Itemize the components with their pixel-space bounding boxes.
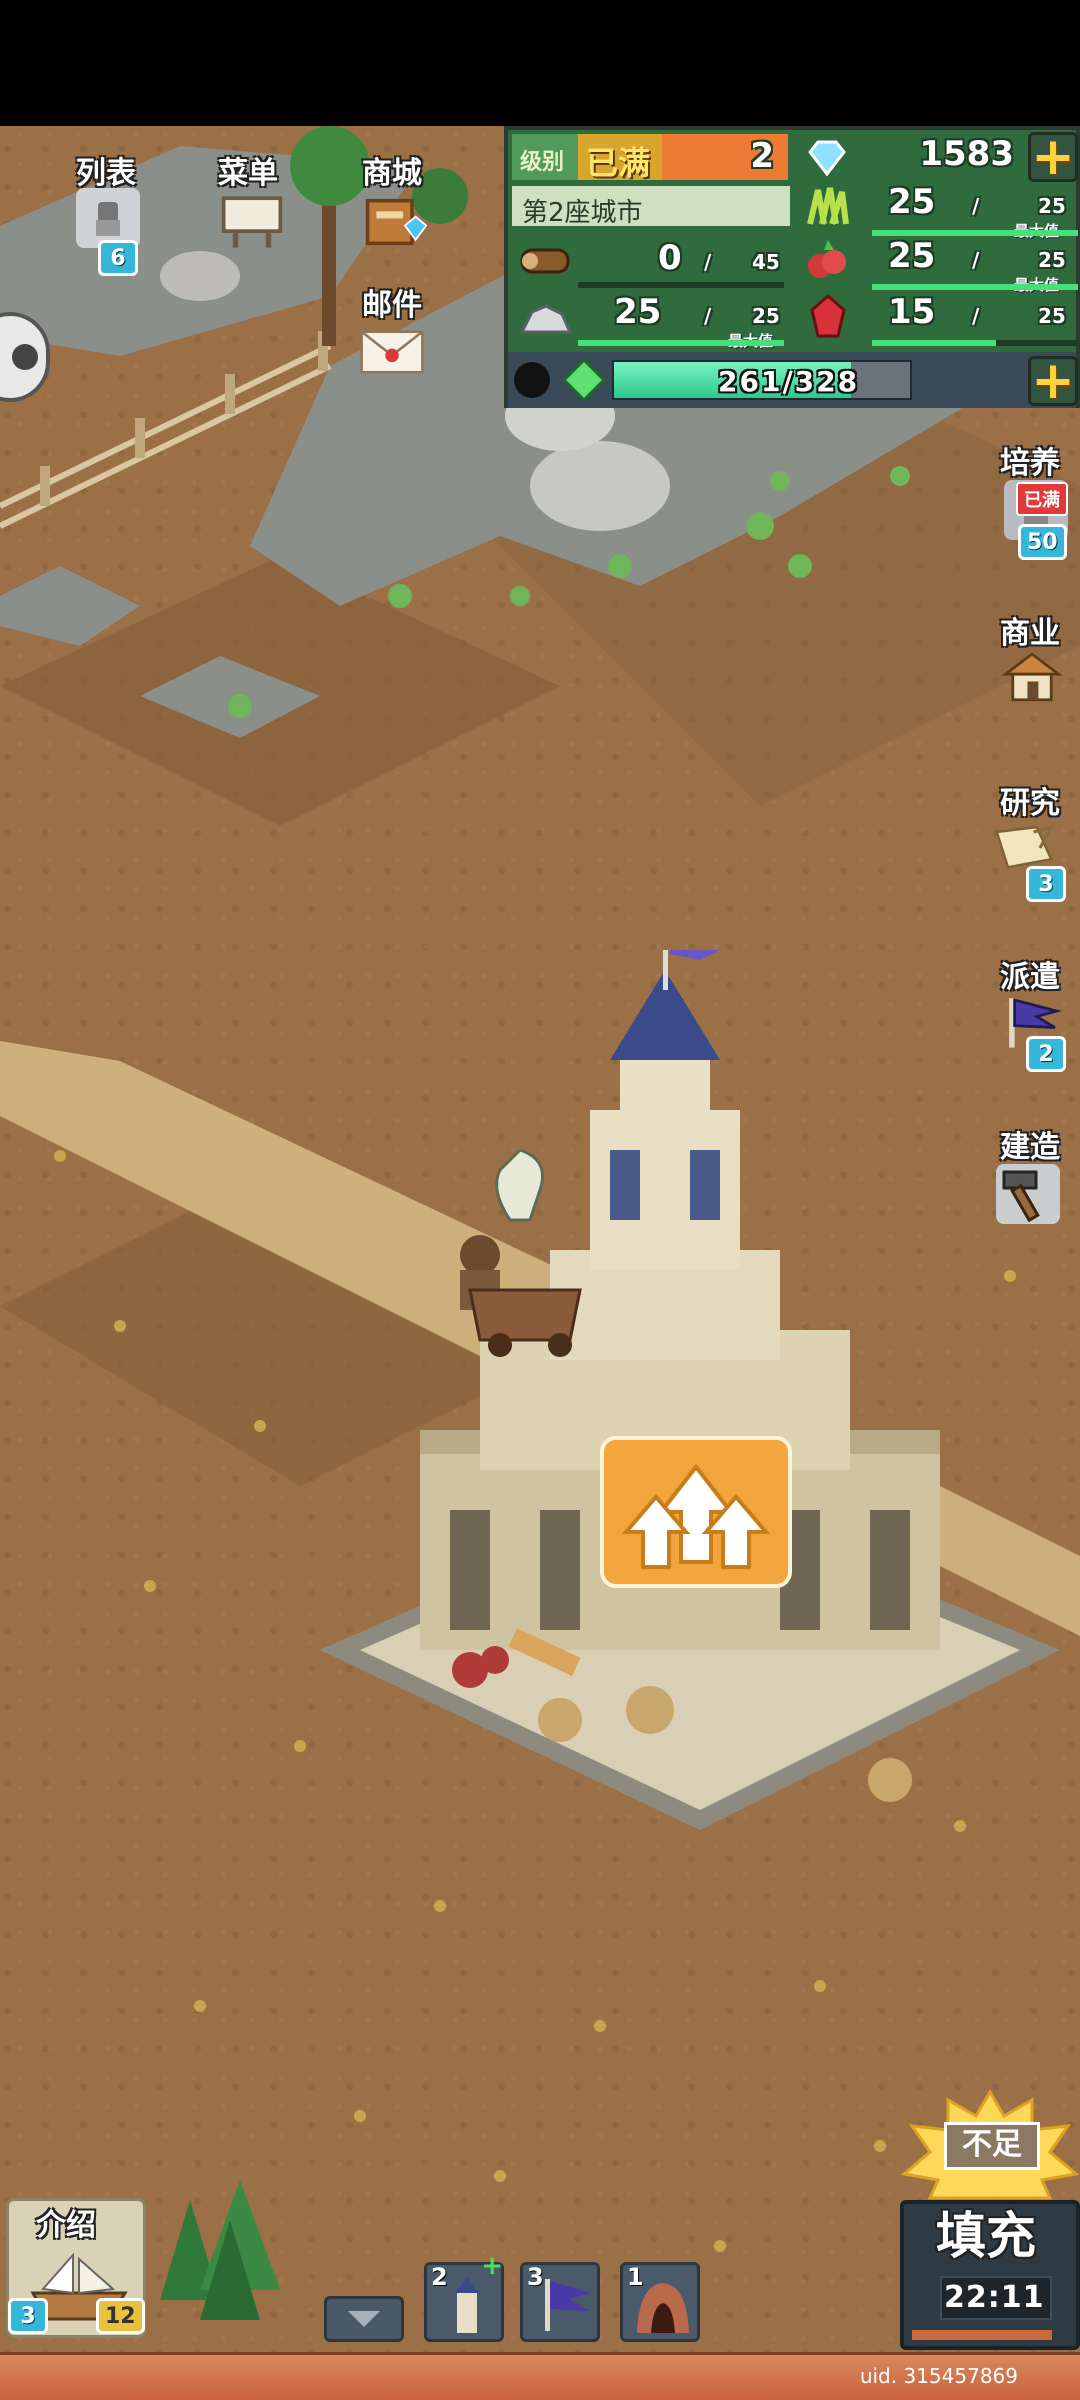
food-slash: / xyxy=(972,248,980,272)
crystal-max: 25 xyxy=(1038,304,1066,328)
add-energy-button[interactable]: + xyxy=(1028,351,1078,411)
town-hall-building[interactable] xyxy=(320,950,1080,1850)
ore-max: 25 xyxy=(752,304,780,328)
menu-button[interactable] xyxy=(220,192,284,252)
timer-text: 22:11 xyxy=(944,2280,1045,2315)
slot3-count: 1 xyxy=(627,2263,644,2291)
collapse-button[interactable] xyxy=(324,2296,404,2342)
town-hall-slot[interactable]: 2 + xyxy=(424,2251,504,2342)
mail-label: 邮件 xyxy=(362,288,422,323)
city-name: 第2座城市 xyxy=(522,198,643,228)
slot2-count: 3 xyxy=(527,2263,544,2291)
business-button[interactable] xyxy=(1000,646,1064,706)
chat-icon xyxy=(12,344,38,370)
intro-badge-left: 3 xyxy=(8,2298,48,2334)
grass-value: 25 xyxy=(888,182,936,222)
green-gem-icon xyxy=(562,358,606,402)
wood-bar xyxy=(578,282,784,288)
list-badge: 6 xyxy=(98,240,138,276)
level-status: 已满 xyxy=(586,144,651,182)
intro-badge-right: 12 xyxy=(96,2298,145,2334)
ore-value: 25 xyxy=(614,292,662,332)
refill-label: 填充 xyxy=(936,2207,1036,2265)
city-name-cell[interactable]: 第2座城市 xyxy=(512,186,790,228)
energy-bar: 261/328 xyxy=(612,360,912,400)
train-label: 培养 xyxy=(1000,446,1060,481)
level-label: 级别 xyxy=(520,150,565,175)
worker-with-cart[interactable] xyxy=(440,1150,600,1360)
upgrade-bubble[interactable] xyxy=(600,1436,792,1588)
food-max: 25 xyxy=(1038,248,1066,272)
plus-marker: + xyxy=(481,2251,503,2281)
flag-icon xyxy=(545,2279,591,2331)
moon-icon xyxy=(514,362,550,398)
ore-bar xyxy=(578,340,784,346)
plus-icon: + xyxy=(1031,127,1075,187)
level-value: 2 xyxy=(750,136,774,176)
shop-button[interactable] xyxy=(364,192,428,252)
dispatch-badge: 2 xyxy=(1026,1036,1066,1072)
food-bar xyxy=(872,284,1078,290)
pine-trees xyxy=(160,2180,280,2320)
plus-icon: + xyxy=(1031,351,1075,411)
gems-count: 1583 xyxy=(919,134,1014,174)
wood-max: 45 xyxy=(752,250,780,274)
energy-row: 261/328 xyxy=(508,352,1076,408)
diamond-icon xyxy=(808,140,846,177)
wood-icon xyxy=(520,248,570,274)
triangle-down-icon xyxy=(348,2311,380,2327)
upgrade-arrows-icon xyxy=(621,1463,771,1569)
build-label: 建造 xyxy=(1000,1130,1060,1165)
cave-slot[interactable]: 1 xyxy=(620,2262,700,2342)
train-badge: 50 xyxy=(1018,524,1067,560)
intro-label: 介绍 xyxy=(36,2208,96,2243)
status-bar-area xyxy=(0,0,1080,126)
list-label: 列表 xyxy=(76,156,136,191)
tower-icon xyxy=(455,2277,479,2333)
uid-text: uid. 315457869 xyxy=(859,2364,1018,2388)
wood-value: 0 xyxy=(658,238,682,278)
dispatch-slot[interactable]: 3 xyxy=(520,2262,600,2342)
grass-icon xyxy=(807,187,849,225)
hammer-icon xyxy=(1002,1170,1040,1222)
grass-max: 25 xyxy=(1038,194,1066,218)
level-bar[interactable]: 已满 2 xyxy=(578,134,788,182)
signboard-icon xyxy=(221,196,283,248)
game-screen: 列表 6 菜单 商城 邮件 级别 已满 2 1583 + 第2座城市 25 / … xyxy=(0,0,1080,2400)
menu-label: 菜单 xyxy=(218,156,278,191)
envelope-icon xyxy=(360,330,424,374)
dispatch-label: 派遣 xyxy=(1000,960,1060,995)
train-full-tag: 已满 xyxy=(1016,482,1068,516)
food-value: 25 xyxy=(888,236,936,276)
build-button[interactable] xyxy=(996,1164,1060,1224)
wood-slash: / xyxy=(704,250,712,274)
refill-stamp: 不足 xyxy=(944,2122,1040,2170)
refill-panel[interactable]: 不足 填充 22:11 xyxy=(900,2090,1080,2350)
level-cell: 级别 xyxy=(512,134,578,180)
energy-text: 261/328 xyxy=(718,365,860,398)
research-label: 研究 xyxy=(1000,786,1060,821)
knight-icon xyxy=(96,202,120,236)
slot1-count: 2 xyxy=(431,2263,448,2291)
crystal-bar xyxy=(872,340,1078,346)
shop-label: 商城 xyxy=(362,156,422,191)
mail-button[interactable] xyxy=(360,322,424,382)
crystal-slash: / xyxy=(972,304,980,328)
crystal-icon xyxy=(810,294,846,338)
list-button[interactable] xyxy=(76,188,140,248)
grass-slash: / xyxy=(972,194,980,218)
food-icon xyxy=(808,240,846,278)
shop-diamond-icon xyxy=(365,198,428,246)
house-icon xyxy=(1001,652,1063,702)
ore-icon xyxy=(519,304,573,334)
crystal-value: 15 xyxy=(888,292,936,332)
ore-slash: / xyxy=(704,304,712,328)
timer-progress xyxy=(912,2330,1052,2340)
add-gems-button[interactable]: + xyxy=(1028,127,1078,187)
research-badge: 3 xyxy=(1026,866,1066,902)
resource-panel: 级别 已满 2 1583 + 第2座城市 25 / 25 最大值 0 / 45 … xyxy=(504,126,1080,408)
